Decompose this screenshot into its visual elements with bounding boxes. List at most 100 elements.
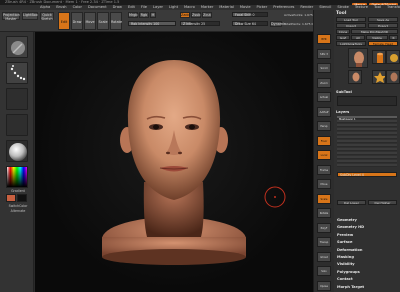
layer-row[interactable] bbox=[337, 136, 397, 139]
color-picker[interactable] bbox=[6, 166, 28, 188]
import-button[interactable]: Import bbox=[336, 23, 366, 28]
tool-thumb-female-head[interactable] bbox=[348, 48, 368, 68]
scale-button[interactable]: Scale bbox=[317, 193, 331, 204]
rgb-intensity-slider[interactable]: Rgb Intensity 100 bbox=[128, 21, 176, 26]
bpr-button[interactable]: BPR bbox=[317, 34, 331, 44]
tool-thumb-head-2[interactable] bbox=[348, 70, 362, 84]
rotate-button[interactable]: Rotate bbox=[317, 208, 331, 218]
transp-button[interactable]: Transp bbox=[317, 237, 331, 247]
section-masking[interactable]: Masking bbox=[337, 255, 397, 259]
aahalf-button[interactable]: AAHalf bbox=[317, 106, 331, 117]
head-thumbnail-icon bbox=[354, 51, 364, 67]
zcut-button[interactable]: Zcut bbox=[202, 12, 212, 18]
ghost-button[interactable]: Ghost bbox=[317, 251, 331, 262]
layer-row[interactable] bbox=[337, 128, 397, 131]
layer-row[interactable] bbox=[337, 148, 397, 151]
tool-thumb-head-3[interactable] bbox=[386, 70, 400, 84]
export-button[interactable]: Export bbox=[368, 23, 398, 28]
lightbox-tools-button[interactable]: Lightbox▸Tools bbox=[336, 41, 366, 46]
layer-row[interactable] bbox=[337, 120, 397, 123]
layer-row[interactable] bbox=[337, 132, 397, 135]
edit-button[interactable]: Edit bbox=[58, 12, 70, 30]
all-button[interactable]: All bbox=[351, 35, 365, 40]
current-tool-name[interactable]: Female_Head bbox=[368, 41, 398, 46]
scale-button[interactable]: Scale bbox=[97, 12, 109, 30]
actual-button[interactable]: Actual bbox=[317, 92, 331, 102]
save-as-button[interactable]: Save As bbox=[368, 17, 398, 22]
make-polymesh-button[interactable]: Make PolyMesh3D bbox=[351, 29, 398, 34]
dynamic-button[interactable]: Dynamic bbox=[270, 21, 286, 27]
m-button[interactable]: M bbox=[150, 12, 156, 18]
dots-stroke-icon bbox=[10, 65, 26, 81]
del-higher-button[interactable]: Del Higher bbox=[368, 200, 397, 205]
simplebrush-icon bbox=[390, 54, 398, 62]
floor-button[interactable]: Floor bbox=[317, 135, 331, 146]
tool-thumb-simplebrush[interactable] bbox=[386, 50, 400, 64]
spix-3-button[interactable]: SPix 3 bbox=[317, 48, 331, 59]
layers-section[interactable]: Layers bbox=[336, 110, 398, 114]
texture-selector[interactable] bbox=[6, 114, 28, 136]
del-lower-button[interactable]: Del Lower bbox=[337, 200, 366, 205]
focal-shift-slider[interactable]: Focal Shift 0 bbox=[232, 12, 268, 17]
section-geometry-hd[interactable]: Geometry HD bbox=[337, 225, 397, 229]
main-color-swatch[interactable] bbox=[6, 194, 16, 202]
stroke-selector[interactable] bbox=[6, 62, 28, 84]
layer-row[interactable] bbox=[337, 164, 397, 167]
move-button[interactable]: Move bbox=[84, 12, 96, 30]
rotate-button[interactable]: Rotate bbox=[110, 12, 122, 30]
secondary-color-swatch[interactable] bbox=[17, 194, 27, 202]
local-button[interactable]: Local bbox=[317, 150, 331, 160]
section-morph-target[interactable]: Morph Target bbox=[337, 285, 397, 289]
load-tool-button[interactable]: Load Tool bbox=[336, 17, 366, 22]
section-deformation[interactable]: Deformation bbox=[337, 248, 397, 252]
tool-thumb-cylinder[interactable] bbox=[372, 50, 386, 64]
subdiv-level-slider[interactable]: SubDiv Level 4 bbox=[337, 172, 397, 177]
canvas-viewport[interactable] bbox=[35, 32, 313, 292]
mrgb-button[interactable]: Mrgb bbox=[128, 12, 138, 18]
section-visibility[interactable]: Visibility bbox=[337, 262, 397, 266]
section-polygroups[interactable]: Polygroups bbox=[337, 270, 397, 274]
tool-panel: Tool Load Tool Save As Import Export Clo… bbox=[334, 10, 400, 292]
xpose-button[interactable]: Xpose bbox=[317, 280, 331, 291]
scroll-button[interactable]: Scroll bbox=[317, 63, 331, 73]
layer-row[interactable] bbox=[337, 124, 397, 127]
clone-button[interactable]: Clone bbox=[336, 29, 350, 34]
tool-thumb-polymesh[interactable] bbox=[372, 70, 386, 84]
layer-row[interactable]: MeshLayer 1 bbox=[337, 116, 397, 121]
subtool-list[interactable] bbox=[337, 96, 397, 106]
draw-button[interactable]: Draw bbox=[71, 12, 83, 30]
lightbox-button[interactable]: LightBox bbox=[22, 12, 38, 20]
gradient-label[interactable]: Gradient bbox=[4, 189, 32, 193]
zsub-button[interactable]: Zsub bbox=[191, 12, 201, 18]
subtool-section[interactable]: SubTool bbox=[336, 90, 398, 94]
layer-row[interactable] bbox=[337, 160, 397, 163]
rgb-button[interactable]: Rgb bbox=[139, 12, 149, 18]
goz-button[interactable]: GoZ bbox=[336, 35, 350, 40]
layer-row[interactable] bbox=[337, 144, 397, 147]
material-selector[interactable] bbox=[6, 140, 28, 162]
layer-row[interactable] bbox=[337, 140, 397, 143]
draw-size-slider[interactable]: Draw Size 64 bbox=[232, 21, 268, 26]
section-surface[interactable]: Surface bbox=[337, 240, 397, 244]
solo-button[interactable]: Solo bbox=[317, 266, 331, 276]
switch-color-label[interactable]: SwitchColor bbox=[4, 204, 32, 208]
polyf-button[interactable]: PolyF bbox=[317, 222, 331, 233]
brush-selector[interactable] bbox=[6, 36, 28, 58]
section-geometry[interactable]: Geometry bbox=[337, 218, 397, 222]
persp-button[interactable]: Persp bbox=[317, 121, 331, 131]
z-intensity-slider[interactable]: Z Intensity 25 bbox=[180, 21, 220, 26]
zadd-button[interactable]: Zadd bbox=[180, 12, 190, 18]
layer-row[interactable] bbox=[337, 152, 397, 155]
quick-sketch-button[interactable]: Quick Sketch bbox=[40, 12, 54, 21]
alternate-label[interactable]: Alternate bbox=[4, 209, 32, 213]
section-contact[interactable]: Contact bbox=[337, 277, 397, 281]
alpha-selector[interactable] bbox=[6, 88, 28, 110]
layer-row[interactable] bbox=[337, 156, 397, 159]
projection-master-button[interactable]: Projection Master bbox=[2, 12, 20, 21]
visible-button[interactable]: Visible bbox=[366, 35, 388, 40]
r-button[interactable]: R bbox=[389, 35, 398, 40]
move-button[interactable]: Move bbox=[317, 179, 331, 189]
frame-button[interactable]: Frame bbox=[317, 164, 331, 175]
section-preview[interactable]: Preview bbox=[337, 233, 397, 237]
zoom-button[interactable]: Zoom bbox=[317, 77, 331, 88]
